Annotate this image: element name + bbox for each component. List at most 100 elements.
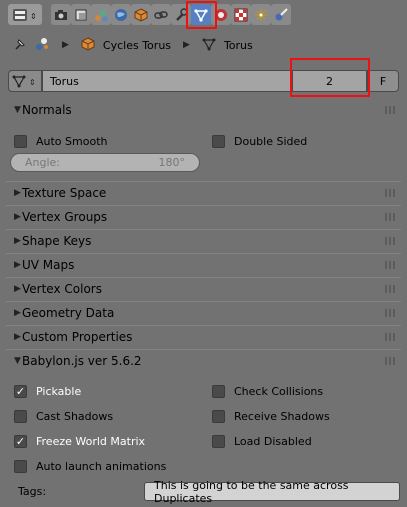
collapsed-triangle-icon: ▶	[14, 283, 21, 294]
panel-header-texture-space[interactable]: ▶ Texture Space	[6, 181, 401, 203]
auto-launch-checkbox[interactable]: Auto launch animations	[14, 460, 166, 473]
auto-smooth-box[interactable]	[14, 135, 27, 148]
angle-slider[interactable]: Angle: 180°	[10, 153, 200, 172]
tags-input-text: This is going to be the same across Dupl…	[154, 478, 349, 505]
collapsed-triangle-icon: ▶	[14, 331, 21, 342]
panel-header-shape-keys[interactable]: ▶ Shape Keys	[6, 229, 401, 251]
cast-shadows-checkbox[interactable]: Cast Shadows	[14, 410, 113, 423]
users-count-button[interactable]: 2	[292, 70, 367, 92]
context-scene-icon	[34, 36, 50, 55]
mesh-browse-button[interactable]: ⇕	[8, 70, 42, 92]
world-icon	[115, 8, 127, 21]
scene-icon	[95, 9, 108, 21]
collapsed-triangle-icon: ▶	[14, 187, 21, 198]
pickable-checkbox[interactable]: ✓ Pickable	[14, 385, 81, 398]
panel-header-vertex-groups[interactable]: ▶ Vertex Groups	[6, 205, 401, 227]
mesh-name-text: Torus	[50, 74, 79, 88]
drag-grip-icon[interactable]	[385, 213, 397, 221]
double-sided-checkbox[interactable]: Double Sided	[212, 135, 307, 148]
check-collisions-checkbox[interactable]: Check Collisions	[212, 385, 323, 398]
panel-title-babylon: Babylon.js ver 5.6.2	[22, 353, 142, 368]
physics-tab[interactable]	[271, 4, 291, 25]
expanded-triangle-icon: ▼	[14, 105, 21, 115]
fake-user-button[interactable]: F	[367, 70, 399, 92]
check-collisions-label: Check Collisions	[234, 385, 324, 398]
tags-label: Tags:	[18, 485, 47, 498]
mesh-data-icon	[194, 8, 208, 22]
drag-grip-icon[interactable]	[385, 309, 397, 317]
breadcrumb-separator: ▶	[183, 40, 190, 50]
receive-shadows-checkbox[interactable]: Receive Shadows	[212, 410, 330, 423]
panel-title: UV Maps	[22, 257, 75, 272]
load-disabled-box[interactable]	[212, 435, 225, 448]
breadcrumb-separator: ▶	[62, 40, 69, 50]
material-sphere-icon	[215, 8, 227, 21]
checkmark-icon[interactable]: ✓	[14, 385, 27, 398]
cast-shadows-box[interactable]	[14, 410, 27, 423]
auto-launch-label: Auto launch animations	[36, 460, 167, 473]
drag-grip-icon[interactable]	[385, 357, 397, 365]
material-tab[interactable]	[211, 4, 231, 25]
wrench-icon	[176, 7, 188, 21]
auto-smooth-checkbox[interactable]: Auto Smooth	[14, 135, 107, 148]
render-layers-tab[interactable]	[71, 4, 91, 25]
mesh-data-icon	[202, 37, 216, 54]
panel-header-uv-maps[interactable]: ▶ UV Maps	[6, 253, 401, 275]
drag-grip-icon[interactable]	[385, 261, 397, 269]
physics-icon	[275, 7, 288, 20]
panel-title: Vertex Groups	[22, 209, 108, 224]
texture-tab[interactable]	[231, 4, 251, 25]
world-tab[interactable]	[111, 4, 131, 25]
drag-grip-icon[interactable]	[385, 189, 397, 197]
check-collisions-box[interactable]	[212, 385, 225, 398]
data-tab[interactable]	[191, 4, 211, 25]
constraints-tab[interactable]	[151, 4, 171, 25]
pickable-label: Pickable	[36, 385, 82, 398]
pin-icon[interactable]	[12, 36, 28, 55]
panel-title: Custom Properties	[22, 329, 133, 344]
drag-grip-icon[interactable]	[385, 106, 397, 114]
tags-input[interactable]: This is going to be the same across Dupl…	[144, 479, 400, 505]
checkmark-icon[interactable]: ✓	[14, 435, 27, 448]
panel-header-babylon[interactable]: ▼ Babylon.js ver 5.6.2	[6, 349, 401, 371]
load-disabled-label: Load Disabled	[234, 435, 312, 448]
drag-grip-icon[interactable]	[385, 237, 397, 245]
object-cube-icon	[81, 36, 95, 54]
render-layers-icon	[75, 9, 87, 20]
load-disabled-checkbox[interactable]: Load Disabled	[212, 435, 312, 448]
panel-header-normals[interactable]: ▼ Normals	[6, 99, 401, 121]
modifiers-tab[interactable]	[171, 4, 191, 25]
drag-grip-icon[interactable]	[385, 285, 397, 293]
chain-link-icon	[154, 10, 168, 19]
mesh-name-field[interactable]: Torus	[42, 70, 292, 92]
angle-label: Angle:	[25, 156, 61, 169]
particles-icon	[255, 8, 267, 21]
scene-tab[interactable]	[91, 4, 111, 25]
properties-toolbar: ⇕	[0, 0, 407, 30]
breadcrumb: ▶ Cycles Torus ▶ Torus	[0, 30, 407, 60]
expanded-triangle-icon: ▼	[14, 355, 21, 366]
render-tab[interactable]	[51, 4, 71, 25]
panel-header-vertex-colors[interactable]: ▶ Vertex Colors	[6, 277, 401, 299]
auto-launch-box[interactable]	[14, 460, 27, 473]
drag-grip-icon[interactable]	[385, 333, 397, 341]
svg-text:⇕: ⇕	[30, 12, 37, 21]
panel-header-geometry-data[interactable]: ▶ Geometry Data	[6, 301, 401, 323]
double-sided-box[interactable]	[212, 135, 225, 148]
panel-title: Shape Keys	[22, 233, 92, 248]
editor-type-button[interactable]: ⇕	[8, 4, 42, 25]
collapsed-triangle-icon: ▶	[14, 211, 21, 222]
freeze-world-matrix-checkbox[interactable]: ✓ Freeze World Matrix	[14, 435, 145, 448]
collapsed-triangle-icon: ▶	[14, 235, 21, 246]
double-sided-label: Double Sided	[234, 135, 308, 148]
receive-shadows-label: Receive Shadows	[234, 410, 330, 423]
receive-shadows-box[interactable]	[212, 410, 225, 423]
particles-tab[interactable]	[251, 4, 271, 25]
breadcrumb-mesh-name: Torus	[223, 38, 253, 52]
panel-header-custom-properties[interactable]: ▶ Custom Properties	[6, 325, 401, 347]
panel-title: Texture Space	[22, 185, 107, 200]
object-tab[interactable]	[131, 4, 151, 25]
panel-title: Vertex Colors	[22, 281, 102, 296]
mesh-data-icon: ⇕	[12, 75, 36, 88]
panel-title-normals: Normals	[22, 103, 72, 117]
